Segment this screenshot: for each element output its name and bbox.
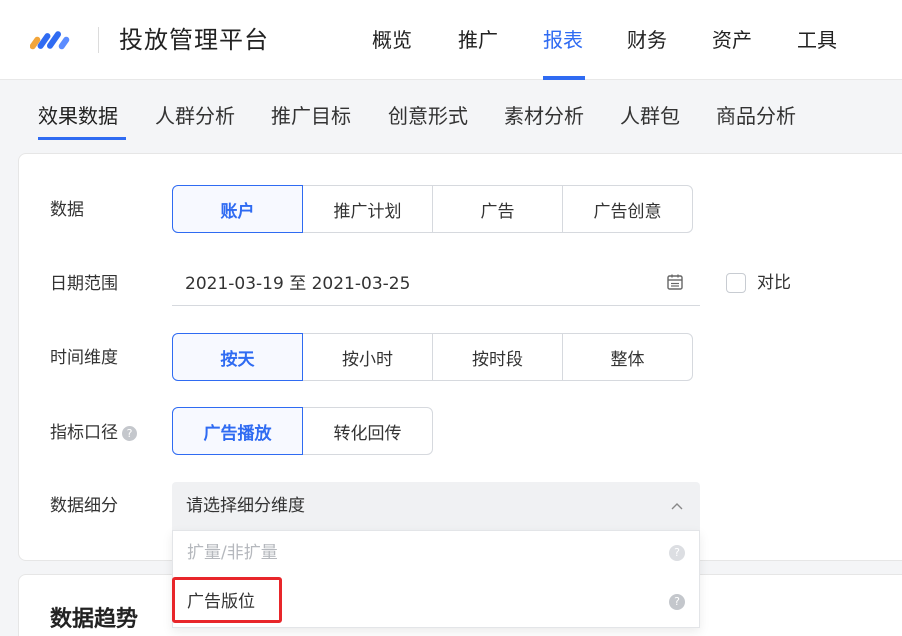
nav-tools[interactable]: 工具 xyxy=(797,26,837,54)
help-icon[interactable]: ? xyxy=(122,426,137,441)
trend-section-title: 数据趋势 xyxy=(50,607,139,632)
data-option-account[interactable]: 账户 xyxy=(172,185,303,233)
report-subtabs: 效果数据 人群分析 推广目标 创意形式 素材分析 人群包 商品分析 xyxy=(0,80,902,150)
time-dimension-label: 时间维度 xyxy=(50,348,118,368)
chevron-up-icon xyxy=(671,503,683,510)
data-option-plan[interactable]: 推广计划 xyxy=(302,185,433,233)
nav-finance[interactable]: 财务 xyxy=(627,26,667,54)
help-icon[interactable]: ? xyxy=(669,594,685,610)
time-option-by-hour[interactable]: 按小时 xyxy=(302,333,433,381)
date-range-picker[interactable]: 2021-03-19 至 2021-03-25 xyxy=(172,262,700,306)
tab-effect-data[interactable]: 效果数据 xyxy=(38,102,118,130)
metric-caliber-selector: 广告播放 转化回传 xyxy=(172,407,433,455)
time-option-overall[interactable]: 整体 xyxy=(562,333,693,381)
date-range-value: 2021-03-19 至 2021-03-25 xyxy=(185,274,411,294)
logo-divider xyxy=(98,27,99,53)
breakdown-select[interactable]: 请选择细分维度 xyxy=(172,482,700,530)
tab-material-analysis[interactable]: 素材分析 xyxy=(504,102,584,130)
metric-option-conversion-callback[interactable]: 转化回传 xyxy=(302,407,433,455)
brand-logo-icon[interactable] xyxy=(30,28,74,52)
data-option-ad[interactable]: 广告 xyxy=(432,185,563,233)
dropdown-option-expansion[interactable]: 扩量/非扩量 ? xyxy=(173,531,699,575)
compare-checkbox[interactable] xyxy=(726,273,746,293)
nav-overview[interactable]: 概览 xyxy=(372,26,412,54)
breakdown-label: 数据细分 xyxy=(50,496,118,516)
tab-product-analysis[interactable]: 商品分析 xyxy=(716,102,796,130)
data-option-creative[interactable]: 广告创意 xyxy=(562,185,693,233)
data-label: 数据 xyxy=(50,200,84,220)
time-option-by-day[interactable]: 按天 xyxy=(172,333,303,381)
data-level-selector: 账户 推广计划 广告 广告创意 xyxy=(172,185,693,233)
tab-audience-analysis[interactable]: 人群分析 xyxy=(155,102,235,130)
breakdown-placeholder: 请选择细分维度 xyxy=(186,496,305,516)
tab-creative-form[interactable]: 创意形式 xyxy=(388,102,468,130)
compare-label[interactable]: 对比 xyxy=(757,271,791,295)
nav-assets[interactable]: 资产 xyxy=(712,26,752,54)
time-dimension-selector: 按天 按小时 按时段 整体 xyxy=(172,333,693,381)
nav-reports[interactable]: 报表 xyxy=(543,26,583,54)
date-range-label: 日期范围 xyxy=(50,274,118,294)
metric-option-ad-play[interactable]: 广告播放 xyxy=(172,407,303,455)
subtab-active-indicator xyxy=(38,137,126,140)
metric-caliber-label-row: 指标口径? xyxy=(50,421,137,445)
calendar-icon[interactable] xyxy=(666,273,684,291)
app-title: 投放管理平台 xyxy=(119,26,269,54)
highlight-annotation-box xyxy=(172,577,282,623)
dropdown-option-label: 扩量/非扩量 xyxy=(187,543,278,563)
help-icon[interactable]: ? xyxy=(669,545,685,561)
nav-promotion[interactable]: 推广 xyxy=(458,26,498,54)
top-navbar: 投放管理平台 概览 推广 报表 财务 资产 工具 xyxy=(0,0,902,80)
metric-caliber-label: 指标口径 xyxy=(50,423,118,443)
tab-audience-package[interactable]: 人群包 xyxy=(620,102,680,130)
tab-promotion-goal[interactable]: 推广目标 xyxy=(271,102,351,130)
time-option-by-period[interactable]: 按时段 xyxy=(432,333,563,381)
